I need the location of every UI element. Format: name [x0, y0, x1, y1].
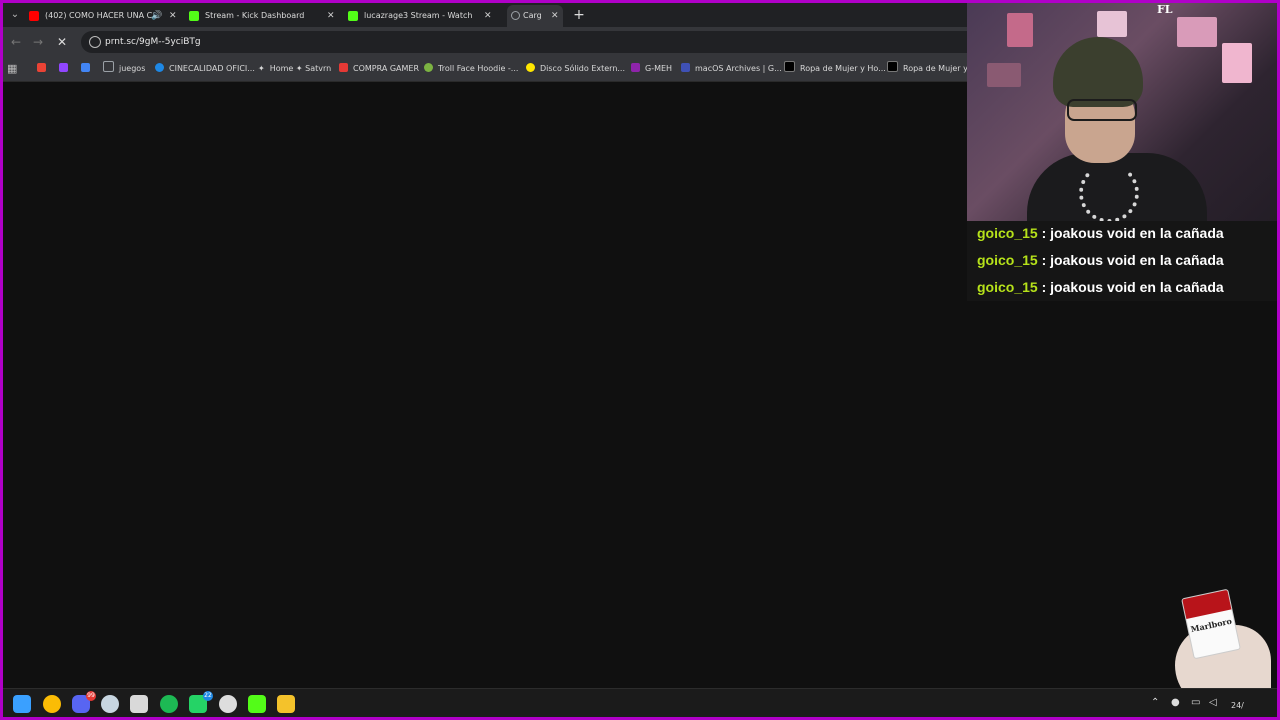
forward-arrow-icon[interactable]: →: [29, 33, 47, 51]
chain-necklace: [1079, 163, 1139, 221]
folder-icon: [103, 61, 114, 72]
bookmark-compra-gamer[interactable]: COMPRA GAMER: [339, 61, 419, 77]
chat-overlay: goico_15 : joakous void en la cañada goi…: [967, 221, 1277, 301]
network-icon[interactable]: ▭: [1191, 697, 1200, 708]
site-info-icon[interactable]: [89, 36, 101, 48]
screen: ⌄ (402) COMO HACER UNA C 🔊 ✕ Stream - Ki…: [3, 3, 1277, 717]
bookmark-ropa-1[interactable]: Ropa de Mujer y Ho...: [784, 61, 886, 77]
bookmark-disco-solido[interactable]: Disco Sólido Extern...: [526, 61, 625, 77]
chat-message: goico_15 : joakous void en la cañada: [977, 225, 1224, 241]
g-icon: [631, 63, 640, 72]
bookmark-juegos[interactable]: juegos: [103, 61, 145, 77]
whatsapp-icon[interactable]: 22: [189, 691, 213, 713]
glasses: [1067, 99, 1137, 121]
discord-icon[interactable]: 99: [72, 691, 96, 713]
poster: [1097, 11, 1127, 37]
chat-message: goico_15 : joakous void en la cañada: [977, 279, 1224, 295]
stop-loading-icon[interactable]: ✕: [53, 33, 71, 51]
back-arrow-icon[interactable]: ←: [7, 33, 25, 51]
bookmark-cinecalidad[interactable]: CINECALIDAD OFICI...: [155, 61, 255, 77]
c-icon: [155, 63, 164, 72]
tab-kick-dashboard[interactable]: Stream - Kick Dashboard ✕: [189, 5, 339, 27]
kick-icon: [348, 11, 358, 21]
obs-icon[interactable]: [219, 695, 237, 713]
chat-message: goico_15 : joakous void en la cañada: [977, 252, 1224, 268]
bookmark-macos-archives[interactable]: macOS Archives | G...: [681, 61, 782, 77]
bookmark-g-meh[interactable]: G-MEH: [631, 61, 672, 77]
bookmark-ropa-2[interactable]: Ropa de Mujer y H: [887, 61, 976, 77]
spotify-icon[interactable]: [160, 695, 178, 713]
close-icon[interactable]: ✕: [327, 5, 335, 27]
globe-icon: [424, 63, 433, 72]
close-icon[interactable]: ✕: [551, 5, 559, 27]
tab-youtube[interactable]: (402) COMO HACER UNA C 🔊 ✕: [29, 5, 179, 27]
s-icon: [784, 61, 795, 72]
address-bar[interactable]: prnt.sc/9gM--5yciBTg: [81, 31, 981, 53]
gmail-icon: [37, 63, 46, 72]
poster: [1222, 43, 1252, 83]
notification-badge: 99: [86, 691, 96, 701]
drive-icon[interactable]: [81, 61, 95, 77]
kick-icon[interactable]: [248, 695, 266, 713]
address-text[interactable]: prnt.sc/9gM--5yciBTg: [105, 31, 201, 53]
pack-red-top: [1182, 589, 1232, 620]
close-icon[interactable]: ✕: [484, 5, 492, 27]
gmail-icon[interactable]: [37, 61, 51, 77]
youtube-icon: [29, 11, 39, 21]
kick-icon: [189, 11, 199, 21]
twitch-icon: [59, 63, 68, 72]
notepad-icon[interactable]: [130, 695, 148, 713]
windows-start-icon[interactable]: [13, 695, 31, 713]
tab-search-chevron-icon[interactable]: ⌄: [7, 7, 23, 23]
tab-loading[interactable]: Carg ✕: [507, 5, 563, 27]
apps-grid-icon[interactable]: ▦: [7, 61, 21, 77]
chevron-up-icon[interactable]: ⌃: [1151, 697, 1159, 708]
chrome-icon[interactable]: [43, 695, 61, 713]
tab-kick-stream[interactable]: lucazrage3 Stream - Watch Live ✕: [348, 5, 498, 27]
clock[interactable]: 24/: [1231, 701, 1244, 710]
drive-icon: [81, 63, 90, 72]
s-icon: [887, 61, 898, 72]
twitch-icon[interactable]: [59, 61, 73, 77]
poster: [1177, 17, 1217, 47]
pack-brand: Marlboro: [1189, 615, 1233, 635]
puzzle-icon: [681, 63, 690, 72]
cg-icon: [339, 63, 348, 72]
volume-icon[interactable]: ◁: [1209, 697, 1217, 708]
ml-icon: [526, 63, 535, 72]
poster: [987, 63, 1021, 87]
star-icon: ✦: [258, 64, 265, 73]
bookmark-satvrn[interactable]: ✦ Home ✦ Satvrn: [258, 61, 331, 77]
taskbar: 99 22 ⌃ ● ▭ ◁ 24/: [3, 688, 1277, 717]
bookmark-troll-face[interactable]: Troll Face Hoodie -...: [424, 61, 518, 77]
audio-icon[interactable]: 🔊: [151, 5, 162, 27]
poster: [1007, 13, 1033, 47]
close-icon[interactable]: ✕: [169, 5, 177, 27]
steam-icon[interactable]: [101, 695, 119, 713]
new-tab-button[interactable]: +: [571, 5, 587, 25]
file-explorer-icon[interactable]: [277, 695, 295, 713]
loading-icon: [511, 11, 520, 20]
microphone-icon[interactable]: ●: [1171, 697, 1180, 708]
webcam-overlay: FL: [967, 3, 1277, 221]
notification-badge: 22: [203, 691, 213, 701]
wall-sign: FL: [1157, 3, 1173, 16]
